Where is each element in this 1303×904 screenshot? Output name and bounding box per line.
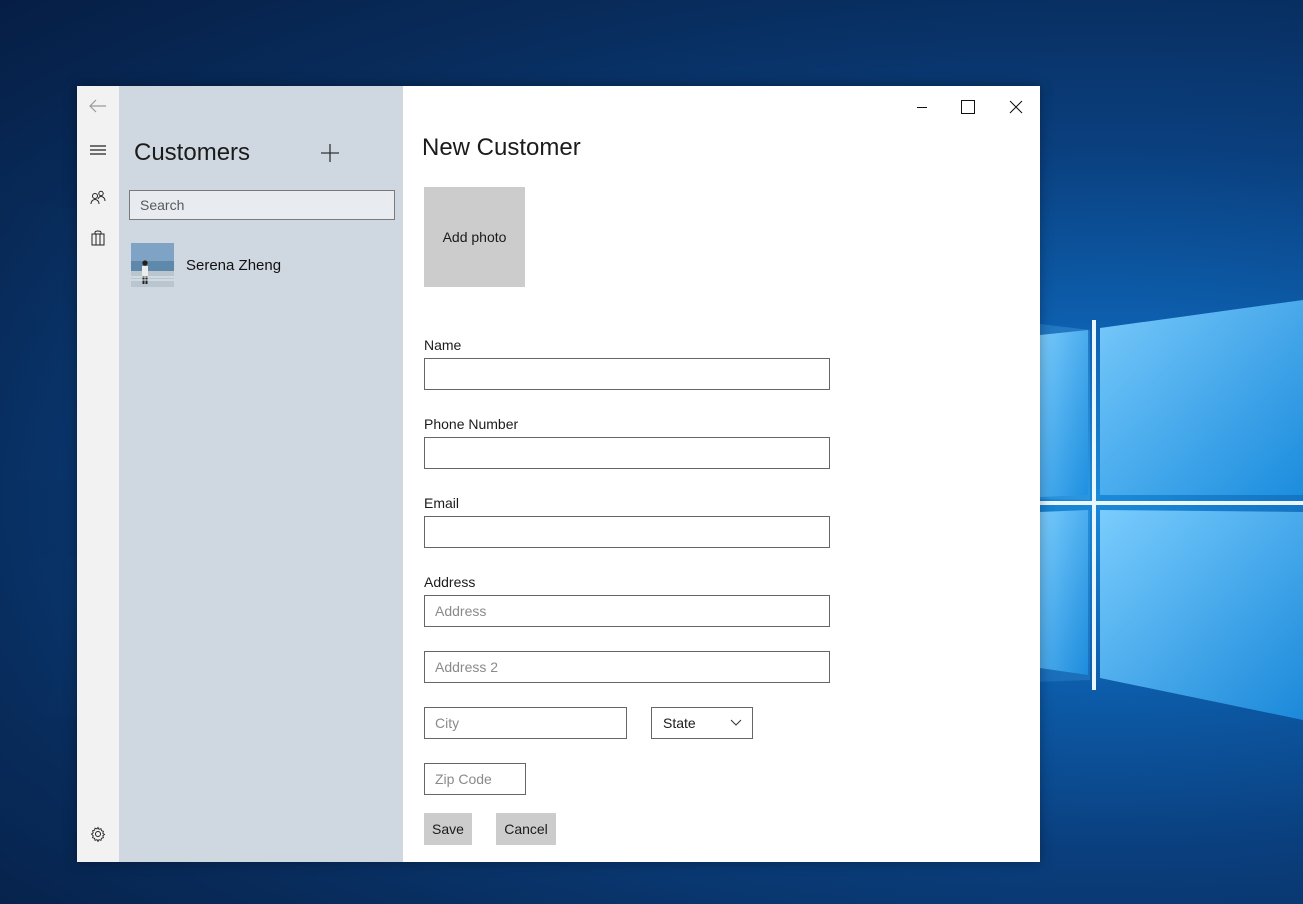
search-input[interactable] — [129, 190, 395, 220]
save-button-label: Save — [432, 821, 464, 837]
nav-orders-button[interactable] — [77, 220, 119, 256]
app-window: Customers Search Serena Zheng New Custom… — [77, 86, 1040, 862]
customer-list-item[interactable]: Serena Zheng — [131, 242, 391, 288]
cancel-button-label: Cancel — [504, 821, 548, 837]
page-title: New Customer — [422, 134, 581, 161]
state-dropdown[interactable]: State — [651, 707, 753, 739]
back-button[interactable] — [77, 88, 119, 124]
avatar-photo — [131, 243, 174, 287]
customer-name: Serena Zheng — [186, 256, 282, 274]
list-title: Customers — [134, 139, 251, 166]
nav-rail — [77, 86, 119, 862]
chevron-down-icon — [730, 719, 742, 726]
address2-field[interactable] — [424, 651, 830, 683]
maximize-icon — [961, 100, 975, 114]
minimize-button[interactable] — [899, 92, 945, 122]
hamburger-icon — [90, 145, 106, 155]
desktop-background: Customers Search Serena Zheng New Custom… — [0, 0, 1303, 904]
nav-customers-button[interactable] — [77, 180, 119, 216]
close-icon — [1009, 100, 1023, 114]
shopping-bag-icon — [91, 230, 105, 246]
address-label: Address — [424, 574, 476, 590]
email-field[interactable] — [424, 516, 830, 548]
add-photo-label: Add photo — [442, 229, 507, 245]
plus-icon — [321, 144, 339, 162]
zip-field[interactable] — [424, 763, 526, 795]
add-photo-button[interactable]: Add photo — [424, 187, 525, 287]
avatar — [131, 243, 174, 287]
maximize-button[interactable] — [945, 92, 991, 122]
state-dropdown-value: State — [663, 715, 696, 731]
phone-label: Phone Number — [424, 416, 519, 432]
add-customer-button[interactable] — [315, 138, 345, 168]
save-button[interactable]: Save — [424, 813, 472, 845]
hamburger-button[interactable] — [77, 132, 119, 168]
people-icon — [90, 190, 106, 205]
settings-button[interactable] — [77, 816, 119, 852]
email-label: Email — [424, 495, 460, 511]
name-field[interactable] — [424, 358, 830, 390]
phone-field[interactable] — [424, 437, 830, 469]
close-button[interactable] — [993, 92, 1039, 122]
arrow-left-icon — [89, 99, 106, 113]
cancel-button[interactable]: Cancel — [496, 813, 556, 845]
customer-form-pane: New Customer Add photo Name Phone Number… — [403, 86, 1040, 862]
city-field[interactable] — [424, 707, 627, 739]
customer-list-pane: Customers Search Serena Zheng — [119, 86, 403, 862]
gear-icon — [90, 826, 106, 842]
name-label: Name — [424, 337, 462, 353]
address-field[interactable] — [424, 595, 830, 627]
minimize-icon — [917, 107, 927, 108]
